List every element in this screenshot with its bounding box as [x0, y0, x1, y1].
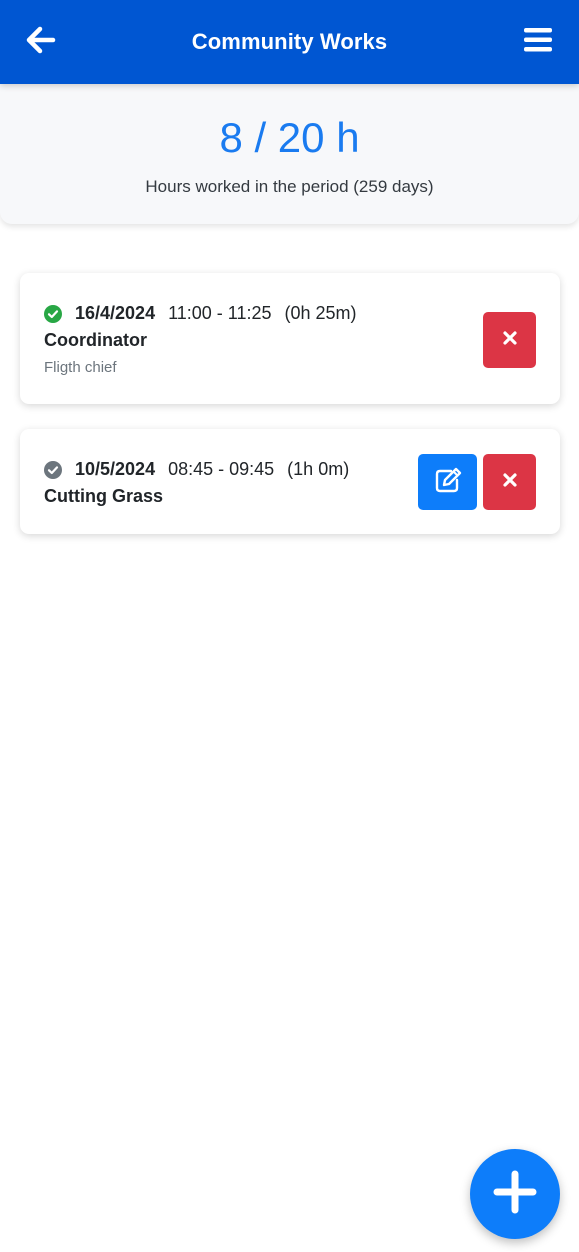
page-title: Community Works — [191, 29, 388, 54]
entry-date: 16/4/2024 — [75, 303, 156, 323]
app-root: Community Works 8 / 20 h Hours worked in… — [0, 0, 579, 1252]
back-button[interactable] — [24, 26, 58, 58]
delete-entry-button[interactable] — [483, 312, 536, 368]
edit-icon — [434, 467, 462, 498]
plus-icon — [492, 1169, 538, 1220]
close-icon — [502, 330, 518, 351]
entry-date: 10/5/2024 — [75, 459, 156, 479]
check-circle-icon — [44, 460, 62, 479]
work-entry-card: 16/4/2024 11:00 - 11:25 (0h 25m) Coordin… — [20, 273, 560, 404]
delete-entry-button[interactable] — [483, 454, 536, 510]
hours-counter: 8 / 20 h — [219, 114, 360, 161]
app-header: Community Works — [0, 0, 579, 84]
arrow-left-icon — [26, 26, 56, 59]
entry-time-range: 11:00 - 11:25 — [168, 303, 272, 323]
entry-note: Fligth chief — [44, 359, 117, 376]
hours-summary: 8 / 20 h Hours worked in the period (259… — [0, 84, 579, 224]
entry-activity: Coordinator — [44, 330, 147, 350]
close-icon — [502, 472, 518, 493]
edit-entry-button[interactable] — [418, 454, 477, 510]
check-circle-icon — [44, 304, 62, 323]
hours-caption: Hours worked in the period (259 days) — [145, 177, 434, 196]
entry-activity: Cutting Grass — [44, 486, 164, 506]
hamburger-menu-icon — [523, 27, 553, 58]
entry-duration: (1h 0m) — [287, 459, 350, 479]
add-entry-button[interactable] — [470, 1149, 560, 1239]
entry-header-row: 16/4/2024 11:00 - 11:25 (0h 25m) — [44, 303, 357, 324]
entry-duration: (0h 25m) — [284, 303, 357, 323]
entry-time-range: 08:45 - 09:45 — [168, 459, 275, 479]
menu-button[interactable] — [521, 26, 555, 58]
entry-header-row: 10/5/2024 08:45 - 09:45 (1h 0m) — [44, 459, 349, 480]
work-entry-card: 10/5/2024 08:45 - 09:45 (1h 0m) Cutting … — [20, 429, 560, 534]
